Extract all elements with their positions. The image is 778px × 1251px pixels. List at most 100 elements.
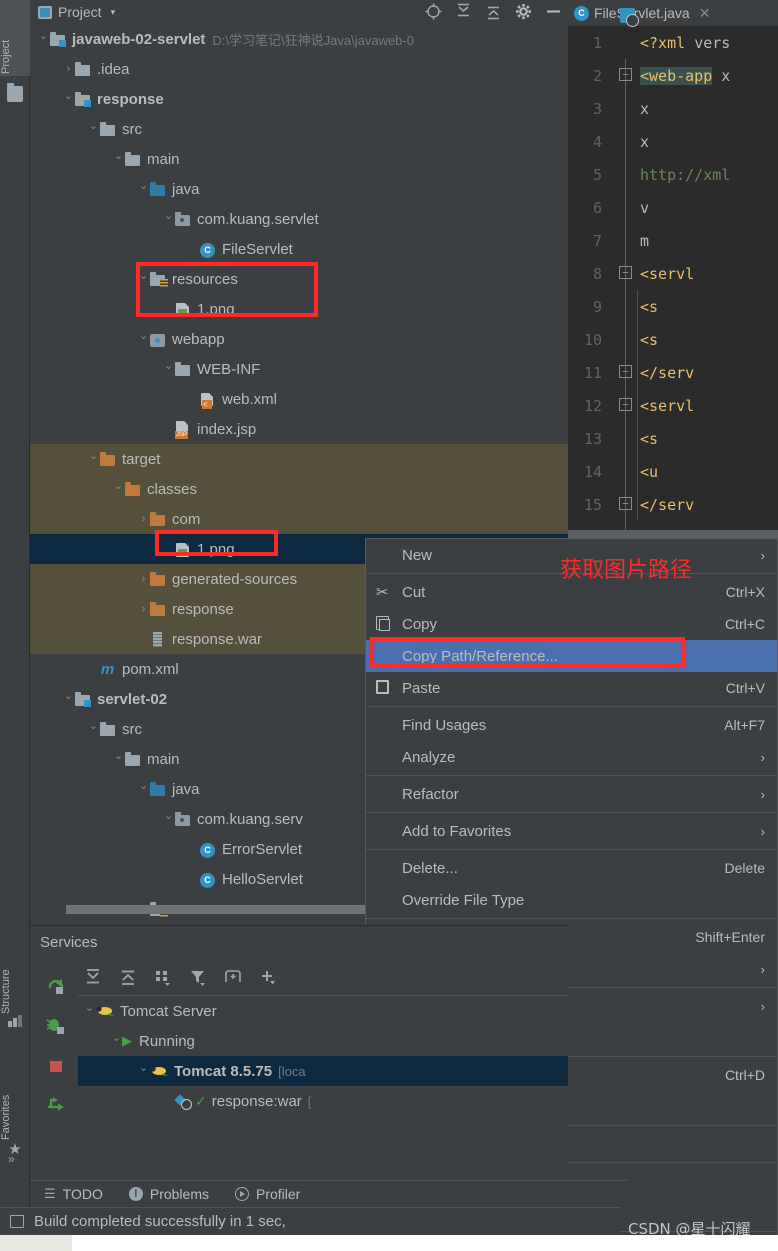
tree-expand-arrow[interactable] <box>88 724 99 735</box>
project-tree-row[interactable]: main <box>30 144 568 174</box>
tree-expand-arrow[interactable] <box>163 364 174 375</box>
editor-gutter[interactable]: − <box>610 257 640 290</box>
chevron-down-icon[interactable]: ▾ <box>111 7 116 18</box>
expand-all-icon[interactable] <box>84 968 102 990</box>
project-tree-row[interactable]: C FileServlet <box>30 234 568 264</box>
close-icon[interactable]: ✕ <box>699 5 711 22</box>
editor-line[interactable]: 6v <box>568 191 778 224</box>
folder-icon[interactable] <box>7 83 23 102</box>
services-tree-row[interactable]: ✓ response:war [ <box>78 1086 568 1116</box>
editor-line[interactable]: 7m <box>568 224 778 257</box>
tool-window-tab-project[interactable]: Project <box>0 0 30 76</box>
tree-expand-arrow[interactable] <box>88 124 99 135</box>
rerun-icon[interactable] <box>38 966 74 1006</box>
tree-expand-arrow[interactable] <box>138 604 149 615</box>
tree-expand-arrow[interactable] <box>138 784 149 795</box>
tree-expand-arrow[interactable] <box>113 754 124 765</box>
editor-tab-fileservlet[interactable]: C FileServlet.java ✕ <box>574 5 710 22</box>
menu-item[interactable]: Paste Ctrl+V <box>366 672 777 704</box>
editor-code-area[interactable]: 1 <?xml vers 2− <web-app x 3 x 4 x 5 http://xml 6 v… <box>568 26 778 545</box>
editor-line[interactable]: 13 <s <box>568 422 778 455</box>
project-tree-row[interactable]: 1.png <box>30 294 568 324</box>
editor-line[interactable]: 12 − <servl <box>568 389 778 422</box>
editor-gutter[interactable] <box>610 158 640 191</box>
tree-expand-arrow[interactable] <box>138 184 149 195</box>
project-tree-row[interactable]: target <box>30 444 568 474</box>
project-tree-row[interactable]: classes <box>30 474 568 504</box>
editor-gutter[interactable] <box>610 455 640 488</box>
editor-line[interactable]: 2 − <web-app x <box>568 59 778 92</box>
editor-line[interactable]: 14 <u <box>568 455 778 488</box>
editor-line[interactable]: 1 <?xml vers <box>568 26 778 59</box>
menu-item[interactable]: Override File Type <box>366 884 777 916</box>
menu-item[interactable]: Add to Favorites › <box>366 815 777 847</box>
editor-line[interactable]: 15 − </serv <box>568 488 778 521</box>
status-item-profiler[interactable]: Profiler <box>235 1186 300 1202</box>
editor-gutter[interactable] <box>610 323 640 356</box>
services-tree[interactable]: Tomcat Server ▶ Running Tomcat 8.5.75 [loca ✓… <box>78 996 568 1180</box>
fold-expanded-icon[interactable]: − <box>619 398 632 411</box>
collapse-all-icon[interactable] <box>119 968 137 990</box>
editor-line[interactable]: 5 http://xml <box>568 158 778 191</box>
tree-expand-arrow[interactable] <box>88 454 99 465</box>
editor-gutter[interactable] <box>610 92 640 125</box>
project-tree-row[interactable]: src <box>30 114 568 144</box>
stop-icon[interactable] <box>38 1046 74 1086</box>
editor-gutter[interactable] <box>610 290 640 323</box>
menu-item[interactable]: Analyze › <box>366 741 777 773</box>
deploy-icon[interactable] <box>38 1086 74 1126</box>
project-tree-row[interactable]: WEB-INF <box>30 354 568 384</box>
tool-window-tab-structure[interactable]: Structure <box>0 936 30 1014</box>
project-tree-hscrollbar[interactable] <box>66 905 396 914</box>
editor-line[interactable]: 10 <s <box>568 323 778 356</box>
editor-gutter[interactable] <box>610 125 640 158</box>
xml-descriptor-gutter-icon[interactable] <box>620 8 639 27</box>
project-tree-row[interactable]: webapp <box>30 324 568 354</box>
editor-gutter[interactable]: − <box>610 488 640 521</box>
tree-expand-arrow[interactable] <box>63 64 74 75</box>
services-tree-row[interactable]: ▶ Running <box>78 1026 568 1056</box>
debug-icon[interactable] <box>38 1006 74 1046</box>
editor-line[interactable]: 9 <s <box>568 290 778 323</box>
project-tree-row[interactable]: response <box>30 84 568 114</box>
tree-expand-arrow[interactable] <box>113 154 124 165</box>
tree-expand-arrow[interactable] <box>38 34 49 45</box>
project-tree-row[interactable]: resources <box>30 264 568 294</box>
project-tree-row[interactable]: web.xml <box>30 384 568 414</box>
tree-expand-arrow[interactable] <box>138 334 149 345</box>
project-tree-row[interactable]: com <box>30 504 568 534</box>
add-tab-icon[interactable] <box>224 968 242 990</box>
editor-line[interactable]: 8 − <servl <box>568 257 778 290</box>
services-tree-row[interactable]: Tomcat Server <box>78 996 568 1026</box>
editor-gutter[interactable] <box>610 224 640 257</box>
tree-expand-arrow[interactable] <box>163 814 174 825</box>
tree-expand-arrow[interactable] <box>138 514 149 525</box>
locate-icon[interactable] <box>425 3 442 20</box>
tree-expand-arrow[interactable] <box>84 1006 95 1017</box>
tree-expand-arrow[interactable] <box>111 1036 122 1047</box>
tool-window-tab-favorites[interactable]: Favorites <box>0 1060 30 1140</box>
status-item-problems[interactable]: ! Problems <box>128 1186 209 1202</box>
menu-item[interactable]: Find Usages Alt+F7 <box>366 709 777 741</box>
editor-gutter[interactable]: − <box>610 356 640 389</box>
menu-item[interactable]: Copy Ctrl+C <box>366 608 777 640</box>
fold-end-icon[interactable]: − <box>619 365 632 378</box>
group-by-icon[interactable] <box>154 968 172 990</box>
expand-strip-icon[interactable]: » <box>8 1152 15 1166</box>
tree-expand-arrow[interactable] <box>138 1066 149 1077</box>
add-icon[interactable] <box>259 968 277 990</box>
menu-item[interactable]: Delete... Delete <box>366 852 777 884</box>
structure-icon[interactable] <box>7 1013 23 1029</box>
editor-line[interactable]: 4x <box>568 125 778 158</box>
tree-expand-arrow[interactable] <box>138 274 149 285</box>
tree-expand-arrow[interactable] <box>113 484 124 495</box>
project-tree-row[interactable]: javaweb-02-servlet D:\学习笔记\狂神说Java\javawe… <box>30 24 568 54</box>
editor-line[interactable]: 3x <box>568 92 778 125</box>
fold-expanded-icon[interactable]: − <box>619 266 632 279</box>
expand-all-icon[interactable] <box>455 3 472 20</box>
tree-expand-arrow[interactable] <box>163 214 174 225</box>
editor-gutter[interactable] <box>610 26 640 59</box>
project-tree-row[interactable]: java <box>30 174 568 204</box>
filter-icon[interactable] <box>189 968 207 990</box>
editor-gutter[interactable] <box>610 422 640 455</box>
